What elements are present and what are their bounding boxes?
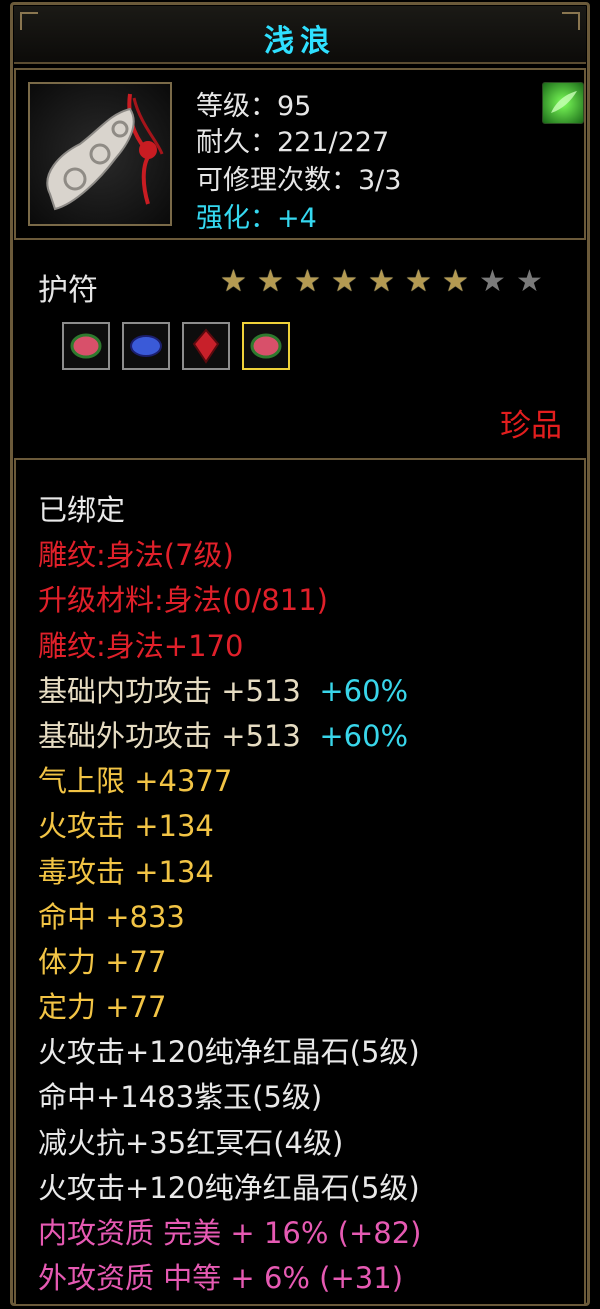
- pink-gem-icon[interactable]: [62, 322, 110, 370]
- attribute-value: +134: [125, 809, 214, 844]
- attribute-label: 气上限: [38, 764, 126, 799]
- item-tooltip: 浅浪 等级：95 耐久：221/227 可修理次数：3/3 强化：+4 护符 ★: [0, 0, 600, 1309]
- attribute-bonus-percent: +60%: [319, 673, 409, 708]
- attribute-value: +134: [125, 854, 214, 889]
- star-filled-icon: ★: [442, 264, 469, 299]
- attribute-line: 基础内功攻击 +513 +60%: [38, 669, 421, 714]
- attribute-line: 雕纹:身法(7级): [38, 533, 421, 578]
- item-name: 浅浪: [264, 24, 336, 59]
- attribute-bonus-percent: +60%: [319, 718, 409, 753]
- green-charm-icon: [542, 82, 584, 124]
- attribute-label: 雕纹:身法(7级): [38, 538, 234, 573]
- attribute-line: 基础外功攻击 +513 +60%: [38, 714, 421, 759]
- attribute-label: 火攻击+120纯净红晶石(5级): [38, 1170, 420, 1205]
- star-filled-icon: ★: [368, 264, 395, 299]
- attribute-label: 火攻击: [38, 809, 126, 844]
- attribute-line: 命中 +833: [38, 895, 421, 940]
- attribute-value: +833: [96, 899, 185, 934]
- attribute-label: 命中+1483紫玉(5级): [38, 1080, 323, 1115]
- star-rating: ★ ★ ★ ★ ★ ★ ★ ★ ★: [218, 266, 545, 297]
- attribute-label: 内攻资质 完美 + 16% (+82): [38, 1216, 422, 1250]
- attribute-value: +513: [212, 673, 301, 708]
- durability-stat: 耐久：221/227: [196, 127, 390, 158]
- rarity-label: 珍品: [500, 408, 562, 444]
- attribute-line: 内攻资质 完美 + 16% (+82): [38, 1211, 421, 1256]
- red-crystal-icon[interactable]: [182, 322, 230, 370]
- star-filled-icon: ★: [331, 264, 358, 299]
- item-info-panel: 等级：95 耐久：221/227 可修理次数：3/3 强化：+4: [14, 68, 586, 240]
- gem-sockets: [62, 322, 290, 370]
- attribute-value: +77: [96, 990, 167, 1025]
- attribute-value: +77: [96, 944, 167, 979]
- level-stat: 等级：95: [196, 91, 312, 122]
- attribute-line: 定力 +77: [38, 985, 421, 1030]
- attribute-label: 减火抗+35红冥石(4级): [38, 1125, 344, 1160]
- attribute-line: 毒攻击 +134: [38, 850, 421, 895]
- enhance-stat: 强化：+4: [196, 203, 317, 234]
- attribute-line: 外攻资质 中等 + 6% (+31): [38, 1256, 421, 1301]
- attribute-line: 雕纹:身法+170: [38, 624, 421, 669]
- jade-amulet-icon: [28, 82, 172, 226]
- attribute-value: +4377: [125, 764, 233, 799]
- attribute-line: 命中+1483紫玉(5级): [38, 1075, 421, 1120]
- attribute-line: 气上限 +4377: [38, 759, 421, 804]
- attribute-label: 雕纹:身法+170: [38, 628, 244, 663]
- repair-count-stat: 可修理次数：3/3: [196, 165, 402, 196]
- star-filled-icon: ★: [294, 264, 321, 299]
- attributes-panel: 已绑定雕纹:身法(7级) 升级材料:身法(0/811) 雕纹:身法+170 基础内功攻…: [14, 458, 586, 1306]
- attribute-label: 定力: [38, 990, 97, 1025]
- attribute-line: 火攻击+120纯净红晶石(5级): [38, 1166, 421, 1211]
- item-type-label: 护符: [38, 273, 98, 308]
- blue-gem-icon[interactable]: [122, 322, 170, 370]
- star-empty-icon: ★: [479, 264, 506, 299]
- star-filled-icon: ★: [220, 264, 247, 299]
- attribute-list: 已绑定雕纹:身法(7级) 升级材料:身法(0/811) 雕纹:身法+170 基础内功攻…: [38, 488, 421, 1301]
- attribute-line: 已绑定: [38, 488, 421, 533]
- attribute-label: 毒攻击: [38, 854, 126, 889]
- attribute-line: 火攻击+120纯净红晶石(5级): [38, 1030, 421, 1075]
- attribute-label: 基础外功攻击: [38, 718, 213, 753]
- attribute-line: 火攻击 +134: [38, 804, 421, 849]
- attribute-label: 已绑定: [38, 493, 126, 527]
- attribute-line: 减火抗+35红冥石(4级): [38, 1121, 421, 1166]
- star-filled-icon: ★: [405, 264, 432, 299]
- title-bar: 浅浪: [14, 6, 586, 64]
- attribute-label: 基础内功攻击: [38, 673, 213, 708]
- attribute-label: 外攻资质 中等 + 6% (+31): [38, 1261, 404, 1296]
- attribute-label: 命中: [38, 899, 97, 934]
- attribute-label: 火攻击+120纯净红晶石(5级): [38, 1035, 420, 1070]
- star-empty-icon: ★: [516, 264, 543, 299]
- attribute-value: +513: [212, 718, 301, 753]
- attribute-line: 升级材料:身法(0/811): [38, 578, 421, 623]
- attribute-label: 升级材料:身法(0/811): [38, 583, 328, 618]
- pink-gem-icon[interactable]: [242, 322, 290, 370]
- attribute-label: 体力: [38, 944, 97, 979]
- star-filled-icon: ★: [257, 264, 284, 299]
- attribute-line: 体力 +77: [38, 940, 421, 985]
